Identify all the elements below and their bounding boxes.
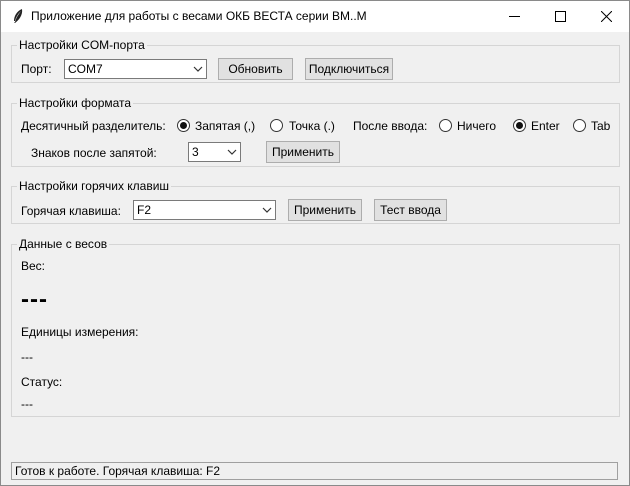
digits-select-value: 3 xyxy=(192,145,199,159)
maximize-button[interactable] xyxy=(537,1,583,32)
weight-value: --- xyxy=(21,286,48,313)
port-select-value: COM7 xyxy=(68,62,103,76)
units-value: --- xyxy=(21,350,33,364)
com-port-group: Настройки COM-порта Порт: COM7 Обновить … xyxy=(11,38,620,83)
status-bar: Готов к работе. Горячая клавиша: F2 xyxy=(11,462,618,480)
dot-radio-label[interactable]: Точка (.) xyxy=(289,119,335,133)
com-port-group-title: Настройки COM-порта xyxy=(17,38,147,52)
hotkey-select[interactable]: F2 xyxy=(133,200,276,220)
feather-icon xyxy=(14,9,23,23)
hotkey-apply-button[interactable]: Применить xyxy=(288,199,362,221)
close-button[interactable] xyxy=(583,1,629,32)
hotkey-group: Настройки горячих клавиш Горячая клавиша… xyxy=(11,179,620,224)
format-group: Настройки формата Десятичный разделитель… xyxy=(11,96,620,167)
chevron-down-icon xyxy=(262,207,272,213)
format-apply-button[interactable]: Применить xyxy=(266,141,340,163)
connect-button[interactable]: Подключиться xyxy=(305,58,393,80)
nothing-radio-label[interactable]: Ничего xyxy=(457,119,496,133)
refresh-button[interactable]: Обновить xyxy=(218,58,293,80)
scale-data-group: Данные с весов Вес: --- Единицы измерени… xyxy=(11,237,620,417)
status-value: --- xyxy=(21,397,33,411)
hotkey-group-title: Настройки горячих клавиш xyxy=(17,179,172,193)
dot-radio[interactable] xyxy=(270,119,283,132)
digits-select[interactable]: 3 xyxy=(188,142,241,162)
weight-label: Вес: xyxy=(21,259,46,273)
close-icon xyxy=(600,11,612,22)
title-bar: Приложение для работы с весами ОКБ ВЕСТА… xyxy=(1,1,629,32)
test-input-button[interactable]: Тест ввода xyxy=(374,199,447,221)
minimize-icon xyxy=(508,16,520,17)
units-label: Единицы измерения: xyxy=(21,325,139,339)
chevron-down-icon xyxy=(193,66,203,72)
hotkey-label: Горячая клавиша: xyxy=(21,204,121,218)
minimize-button[interactable] xyxy=(491,1,537,32)
after-input-label: После ввода: xyxy=(353,119,428,133)
decimal-separator-label: Десятичный разделитель: xyxy=(21,119,166,133)
app-window: Приложение для работы с весами ОКБ ВЕСТА… xyxy=(0,0,630,486)
port-select[interactable]: COM7 xyxy=(64,59,207,79)
tab-radio[interactable] xyxy=(573,119,586,132)
comma-radio-label[interactable]: Запятая (,) xyxy=(195,119,255,133)
hotkey-select-value: F2 xyxy=(137,203,152,217)
enter-radio[interactable] xyxy=(513,119,526,132)
format-group-title: Настройки формата xyxy=(17,96,134,110)
scale-data-group-title: Данные с весов xyxy=(17,237,110,251)
chevron-down-icon xyxy=(227,149,237,155)
digits-label: Знаков после запятой: xyxy=(31,146,157,160)
window-title: Приложение для работы с весами ОКБ ВЕСТА… xyxy=(31,9,367,23)
maximize-icon xyxy=(554,11,566,22)
enter-radio-label[interactable]: Enter xyxy=(531,119,560,133)
comma-radio[interactable] xyxy=(177,119,190,132)
port-label: Порт: xyxy=(21,62,52,76)
nothing-radio[interactable] xyxy=(439,119,452,132)
status-label: Статус: xyxy=(21,375,63,389)
tab-radio-label[interactable]: Tab xyxy=(591,119,610,133)
